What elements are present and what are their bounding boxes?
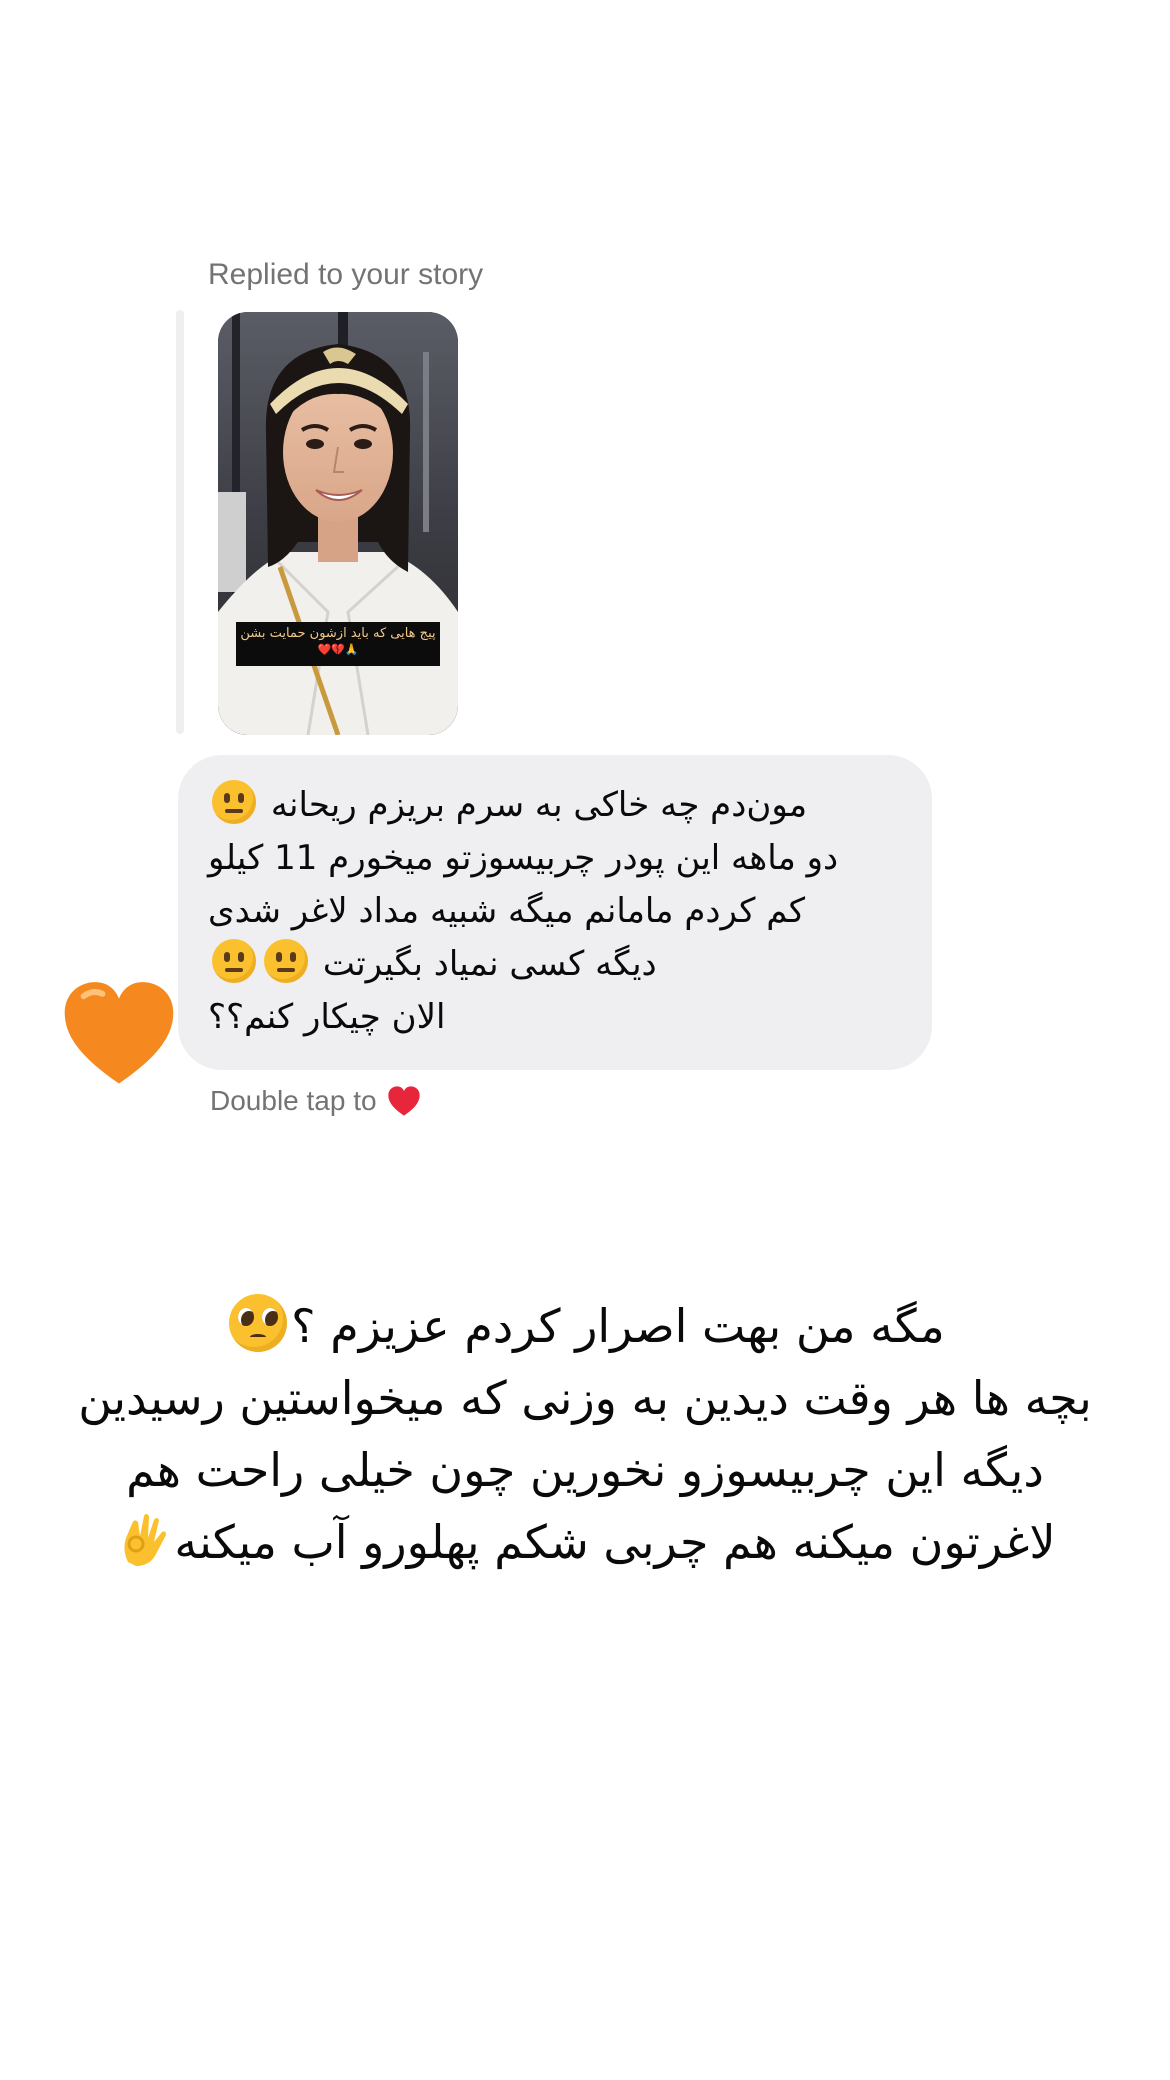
message-line-1: مون‌دم چه خاکی به سرم بریزم ریحانه — [208, 779, 896, 832]
message-line-4-text: دیگه کسی نمیاد بگیرتت — [322, 944, 657, 984]
neutral-face-emoji — [212, 780, 256, 824]
message-bubble[interactable]: مون‌دم چه خاکی به سرم بریزم ریحانه دو ما… — [178, 755, 932, 1070]
story-reply-bar — [176, 310, 184, 734]
red-heart-icon — [387, 1086, 420, 1116]
overlay-caption: مگه من بهت اصرار کردم عزیزم ؟ بچه ها هر … — [40, 1290, 1130, 1578]
ok-hand-emoji — [118, 1510, 170, 1568]
story-caption: پیج هایی که باید ازشون حمایت بشن 🙏💔❤️ — [236, 622, 440, 666]
double-tap-text: Double tap to — [210, 1085, 377, 1116]
overlay-line-3: دیگه این چربیسوزو نخورین چون خیلی راحت ه… — [126, 1443, 1044, 1497]
story-photo — [218, 312, 458, 735]
orange-heart-reaction[interactable] — [60, 975, 178, 1093]
story-caption-emoji: 🙏💔❤️ — [317, 643, 359, 656]
message-line-2: دو ماهه این پودر چربیسوزتو میخورم 11 کیل… — [208, 838, 839, 878]
overlay-line-1-text: مگه من بهت اصرار کردم عزیزم ؟ — [291, 1299, 945, 1353]
neutral-face-emoji — [264, 939, 308, 983]
overlay-line-4-text: لاغرتون میکنه هم چربی شکم پهلورو آب میکن… — [174, 1515, 1056, 1569]
orange-heart-icon — [64, 982, 174, 1084]
message-line-3: کم کردم مامانم میگه شبیه مداد لاغر شدی — [208, 891, 806, 931]
message-line-4: دیگه کسی نمیاد بگیرتت — [208, 938, 896, 991]
message-line-5: الان چیکار کنم؟؟ — [208, 997, 446, 1037]
story-thumbnail[interactable]: پیج هایی که باید ازشون حمایت بشن 🙏💔❤️ — [218, 312, 458, 735]
replied-to-story-label: Replied to your story — [208, 258, 484, 291]
overlay-line-1: مگه من بهت اصرار کردم عزیزم ؟ — [40, 1290, 1130, 1362]
overlay-line-4: لاغرتون میکنه هم چربی شکم پهلورو آب میکن… — [40, 1506, 1130, 1578]
story-caption-text: پیج هایی که باید ازشون حمایت بشن — [240, 626, 436, 641]
pleading-face-emoji — [229, 1294, 288, 1352]
double-tap-hint: Double tap to — [210, 1085, 421, 1117]
message-line-1-text: مون‌دم چه خاکی به سرم بریزم ریحانه — [270, 785, 808, 825]
neutral-face-emoji — [212, 939, 256, 983]
overlay-line-2: بچه ها هر وقت دیدین به وزنی که میخواستین… — [78, 1371, 1092, 1425]
